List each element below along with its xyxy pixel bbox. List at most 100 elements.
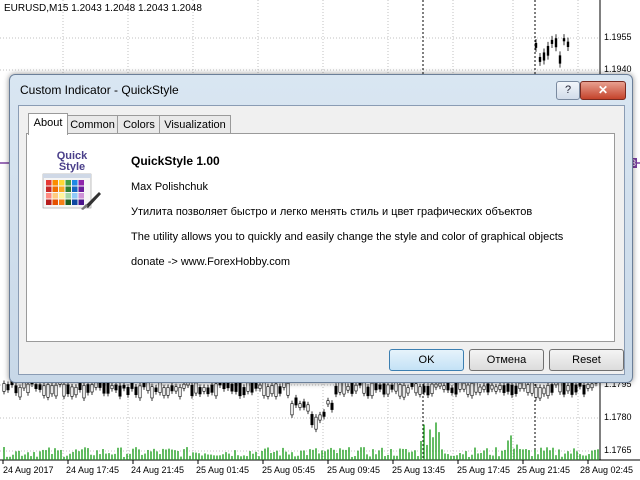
time-label: 24 Aug 21:45 [131,465,185,475]
tab-about[interactable]: About [28,113,68,135]
color-swatch [52,193,58,199]
candle-body [34,384,38,389]
candle-body [66,384,70,395]
candle-body [346,386,350,391]
chart-symbol-info: EURUSD,M15 1.2043 1.2048 1.2043 1.2048 [4,3,202,14]
candle-body [266,386,270,397]
candle-body [46,384,50,398]
candle-body [354,384,358,392]
candle-body [22,382,26,389]
candle-body [134,386,138,395]
tab-colors[interactable]: Colors [117,115,161,134]
color-swatch [72,180,78,186]
reset-button[interactable]: Reset [549,349,624,371]
dialog-client-area: About Common Colors Visualization Quick … [18,105,625,375]
candle-body [202,387,206,392]
candle-body [258,384,262,389]
candle-body [278,386,282,394]
close-button[interactable]: ✕ [580,81,626,100]
time-label: 25 Aug 09:45 [327,465,381,475]
candle-body [526,384,530,393]
time-label: 25 Aug 01:45 [196,465,250,475]
candle-body [114,384,118,391]
candle-body [434,383,438,388]
price-label: 1.1955 [604,32,632,42]
candle-body [18,387,22,398]
candle-body [530,382,534,394]
candle-body [442,385,446,390]
candle-body [90,384,94,393]
tab-visualization[interactable]: Visualization [159,115,231,134]
candle-body [270,385,274,395]
time-label: 25 Aug 21:45 [517,465,571,475]
candle-body [514,385,518,394]
candle-body [370,382,374,397]
candle-body [470,382,474,397]
candle-body [574,384,578,393]
candle-body [570,382,574,395]
quickstyle-logo: Quick Style [42,150,101,210]
candle-body [70,386,74,397]
candle-body [162,387,166,396]
candle-body [462,382,466,390]
ok-button[interactable]: OK [389,349,464,371]
app-name: QuickStyle 1.00 [131,154,220,168]
tab-common[interactable]: Common [66,115,119,134]
candle-body [502,385,506,393]
candle-body [318,414,322,421]
candle-body [538,387,542,399]
cancel-button[interactable]: Отмена [469,349,544,371]
author-name: Max Polishchuk [131,181,209,193]
time-label: 28 Aug 02:45 [580,465,634,475]
candle-body [174,386,178,392]
color-swatch [46,186,52,192]
color-swatch [59,193,65,199]
candle-body [26,383,30,394]
candle-body [534,386,538,398]
time-label: 24 Aug 2017 [3,465,54,475]
candle-body [482,385,486,390]
color-swatch [65,199,71,205]
candle-body [178,387,182,397]
candle-body [474,382,478,393]
color-swatch [78,199,84,205]
color-swatch [65,186,71,192]
candle-body [154,387,158,392]
candle-body [250,381,254,393]
candle-body [506,383,510,392]
donate-link[interactable]: donate -> www.ForexHobby.com [131,256,290,268]
color-swatch [78,180,84,186]
color-swatch [59,199,65,205]
candle-body [430,383,434,394]
time-label: 25 Aug 05:45 [262,465,316,475]
candle-body [138,385,142,399]
candle-body [194,382,198,394]
color-swatch [72,199,78,205]
time-label: 25 Aug 13:45 [392,465,446,475]
candle-body [334,385,338,395]
candle-body [490,384,494,390]
candle-body [542,52,546,61]
candle-body [558,381,562,393]
candle-body [494,386,498,392]
candle-body [126,386,130,395]
candle-body [342,381,346,395]
candle-body [466,384,470,395]
candle-body [166,387,170,396]
candle-body [330,402,334,410]
color-swatch [78,186,84,192]
candle-body [206,387,210,395]
candle-body [298,403,302,408]
candle-body [418,386,422,395]
color-swatch [65,193,71,199]
color-swatch [72,186,78,192]
help-button[interactable]: ? [556,81,580,100]
candle-body [362,382,366,394]
logo-text: Style [59,161,85,173]
candle-body [322,411,326,417]
candle-body [586,384,590,389]
candle-body [86,384,90,393]
candle-body [246,382,250,392]
candle-body [350,382,354,394]
candle-body [2,383,6,392]
